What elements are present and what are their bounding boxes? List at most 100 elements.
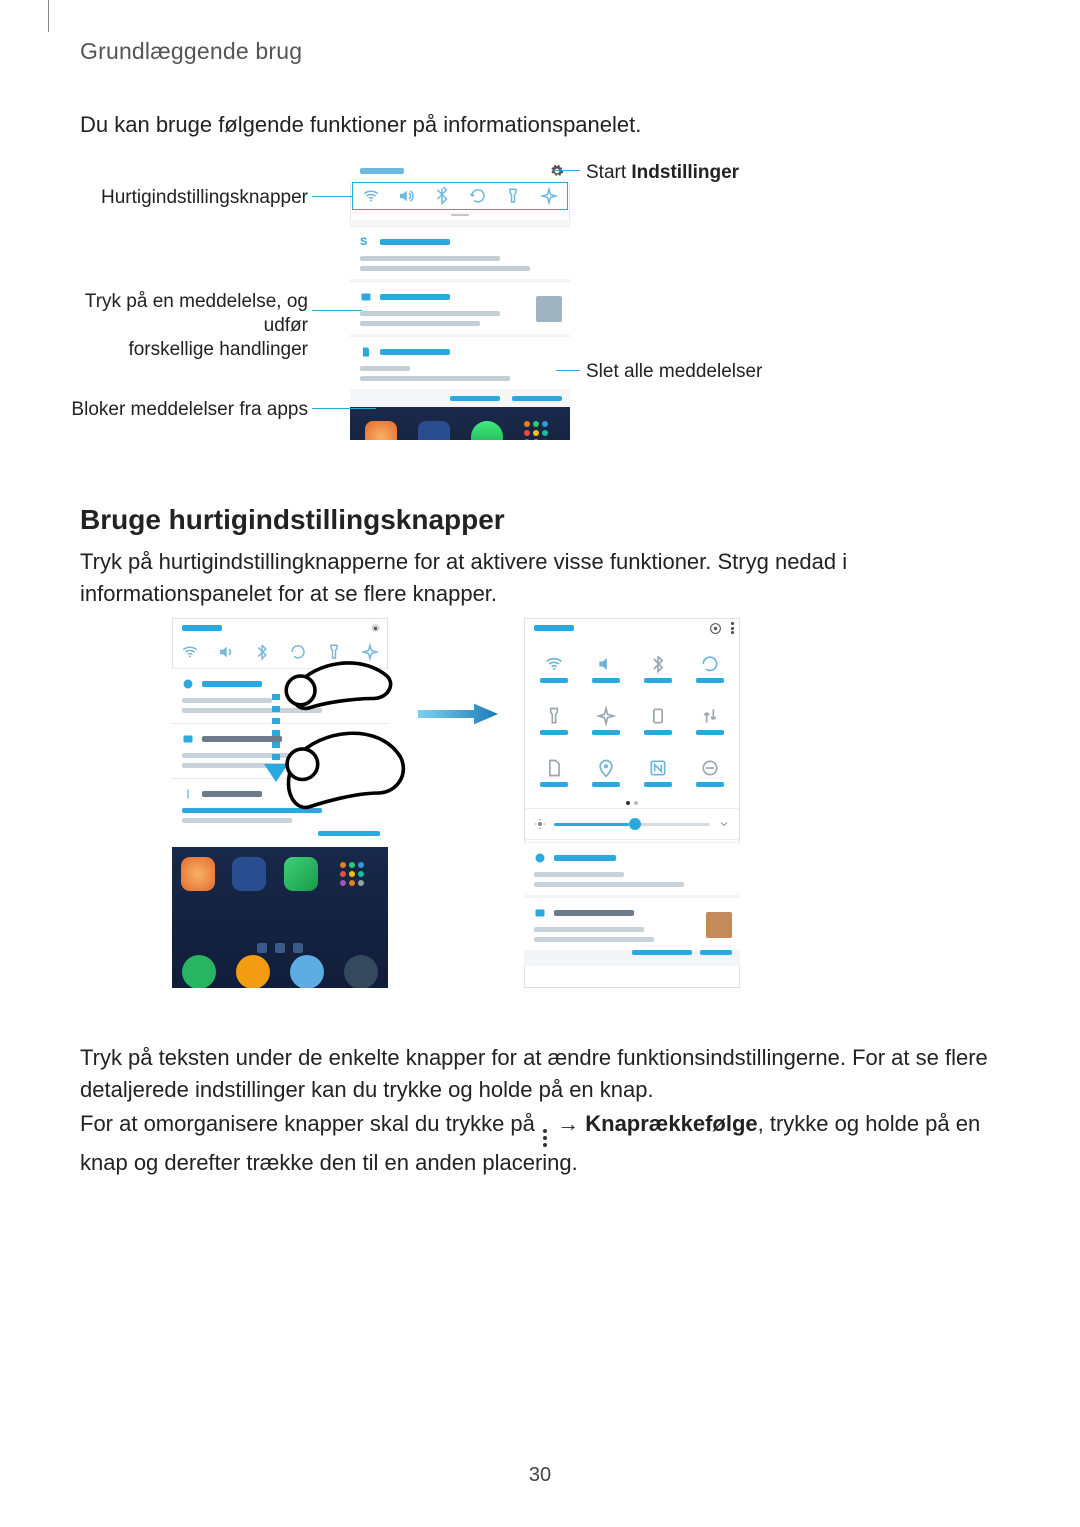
callout-quick-settings: Hurtigindstillingsknapper — [80, 186, 308, 210]
app-badge-icon — [534, 852, 546, 864]
apps-drawer-icon — [524, 421, 556, 440]
more-icon — [731, 622, 734, 634]
paragraph-reorder: For at omorganisere knapper skal du tryk… — [80, 1108, 1000, 1179]
qs-flashlight — [528, 694, 580, 746]
rotate-icon — [289, 643, 307, 661]
browser-app-icon — [290, 955, 324, 988]
paragraph-tap-label: Tryk på teksten under de enkelte knapper… — [80, 1042, 1000, 1106]
notification-item — [524, 842, 740, 895]
messages-app-icon — [236, 955, 270, 988]
airplane-icon — [361, 643, 379, 661]
app-badge-icon: S — [360, 236, 372, 248]
notification-item — [350, 336, 570, 389]
swipe-trace — [272, 694, 280, 764]
wifi-icon — [544, 654, 564, 674]
qs-data — [684, 694, 736, 746]
callout-line — [312, 196, 352, 197]
clear-link-blur — [512, 396, 562, 401]
callout-line — [556, 370, 580, 371]
rotate-icon — [469, 187, 487, 205]
notification-commands — [350, 389, 570, 407]
app-icon — [181, 857, 215, 891]
wifi-icon — [181, 643, 199, 661]
page-number: 30 — [0, 1464, 1080, 1487]
brightness-icon — [534, 818, 546, 830]
callout-clear-all: Slet alle meddelelser — [586, 360, 762, 384]
status-time-blur — [534, 625, 574, 631]
bluetooth-icon — [253, 643, 271, 661]
callout-line — [554, 170, 580, 171]
flashlight-icon — [325, 643, 343, 661]
app-icon — [418, 421, 450, 440]
callout-block-apps: Bloker meddelelser fra apps — [50, 398, 308, 422]
page-indicator — [172, 943, 388, 953]
notification-list: S — [350, 220, 570, 407]
battery-icon — [648, 706, 668, 726]
home-dock — [350, 407, 570, 440]
qs-rotate — [684, 642, 736, 694]
data-icon — [700, 706, 720, 726]
wifi-icon — [362, 187, 380, 205]
notification-item — [172, 778, 388, 831]
notification-list — [524, 842, 740, 966]
quick-settings-grid — [524, 638, 740, 798]
running-header: Grundlæggende brug — [80, 38, 302, 65]
status-bar — [524, 618, 740, 638]
qs-powersave — [632, 694, 684, 746]
brightness-slider — [524, 808, 740, 840]
phone-before — [172, 618, 388, 988]
document-icon — [544, 758, 564, 778]
notification-item — [350, 281, 570, 334]
flashlight-icon — [504, 187, 522, 205]
callout-tap-notification: Tryk på en meddelelse, og udfør forskell… — [50, 290, 308, 361]
intro-text: Du kan bruge følgende funktioner på info… — [80, 112, 641, 138]
dnd-icon — [700, 758, 720, 778]
airplane-icon — [540, 187, 558, 205]
location-icon — [596, 758, 616, 778]
usb-icon — [182, 788, 194, 800]
qs-sound — [580, 642, 632, 694]
qs-hotspot — [528, 746, 580, 798]
qs-airplane — [580, 694, 632, 746]
notification-commands — [524, 950, 740, 966]
qs-bluetooth — [632, 642, 684, 694]
swipe-arrowhead — [264, 764, 288, 782]
phone-screenshot: S — [350, 160, 570, 440]
phone-after — [524, 618, 740, 988]
sound-icon — [596, 654, 616, 674]
arrow-right-icon — [416, 702, 500, 726]
bluetooth-icon — [648, 654, 668, 674]
callout-line — [312, 310, 362, 311]
qs-location — [580, 746, 632, 798]
flashlight-icon — [544, 706, 564, 726]
gear-icon — [550, 164, 564, 178]
more-icon — [543, 1129, 549, 1147]
callout-line — [312, 408, 376, 409]
section-heading: Bruge hurtigindstillingsknapper — [80, 504, 505, 536]
gear-icon — [709, 622, 722, 635]
nfc-icon — [648, 758, 668, 778]
manual-page: Grundlæggende brug Du kan bruge følgende… — [0, 0, 1080, 1527]
notification-item — [524, 897, 740, 950]
picture-icon — [182, 733, 194, 745]
bluetooth-icon — [433, 187, 451, 205]
notification-thumbnail — [536, 296, 562, 322]
phone-app-icon — [182, 955, 216, 988]
qs-nfc — [632, 746, 684, 798]
sound-icon — [397, 187, 415, 205]
quick-settings-row — [172, 638, 388, 666]
status-time-blur — [182, 625, 222, 631]
qs-pager — [524, 798, 740, 808]
qs-wifi — [528, 642, 580, 694]
gear-icon — [369, 622, 382, 635]
play-store-icon — [284, 857, 318, 891]
block-link-blur — [450, 396, 500, 401]
airplane-icon — [596, 706, 616, 726]
apps-drawer-icon — [335, 857, 379, 901]
sound-icon — [217, 643, 235, 661]
callout-start-settings: Start Indstillinger — [586, 161, 739, 185]
section-paragraph: Tryk på hurtigindstillingknapperne for a… — [80, 546, 980, 610]
panel-handle — [350, 210, 570, 220]
notification-item: S — [350, 226, 570, 279]
picture-icon — [534, 907, 546, 919]
